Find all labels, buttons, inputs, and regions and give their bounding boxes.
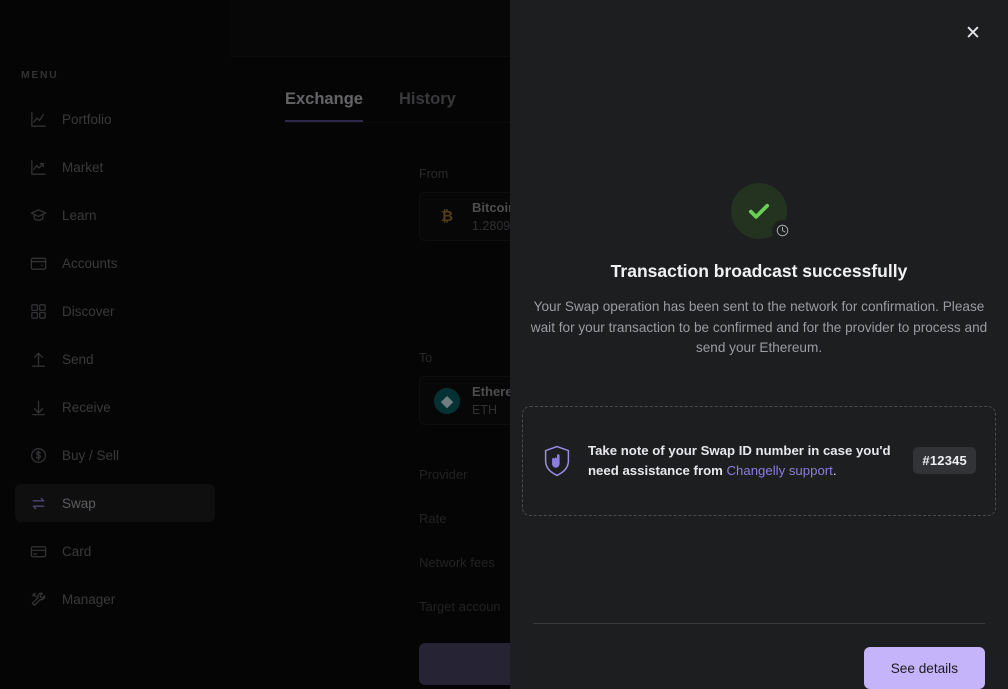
page-title: Transaction broadcast successfully xyxy=(610,261,908,281)
close-icon[interactable]: ✕ xyxy=(959,19,987,47)
see-details-button[interactable]: See details xyxy=(863,647,985,689)
clock-icon xyxy=(772,220,793,241)
swap-id-badge: #12345 xyxy=(913,447,976,475)
notice-text-after: . xyxy=(832,462,837,478)
drawer-footer: See details xyxy=(510,623,1008,689)
transaction-result-drawer: ✕ Transaction broadcast successfully You… xyxy=(510,0,1008,689)
drawer-body: Transaction broadcast successfully Your … xyxy=(510,0,1008,623)
shield-hand-icon xyxy=(542,444,572,478)
status-indicator xyxy=(731,183,793,241)
swap-id-notice: Take note of your Swap ID number in case… xyxy=(522,405,996,516)
app-window: MENU Portfolio Market Learn Accounts Dis… xyxy=(0,0,1008,689)
modal-description: Your Swap operation has been sent to the… xyxy=(530,299,988,356)
footer-actions: See details xyxy=(522,624,996,689)
swap-id-notice-text: Take note of your Swap ID number in case… xyxy=(588,441,897,480)
changelly-support-link[interactable]: Changelly support xyxy=(727,463,833,478)
